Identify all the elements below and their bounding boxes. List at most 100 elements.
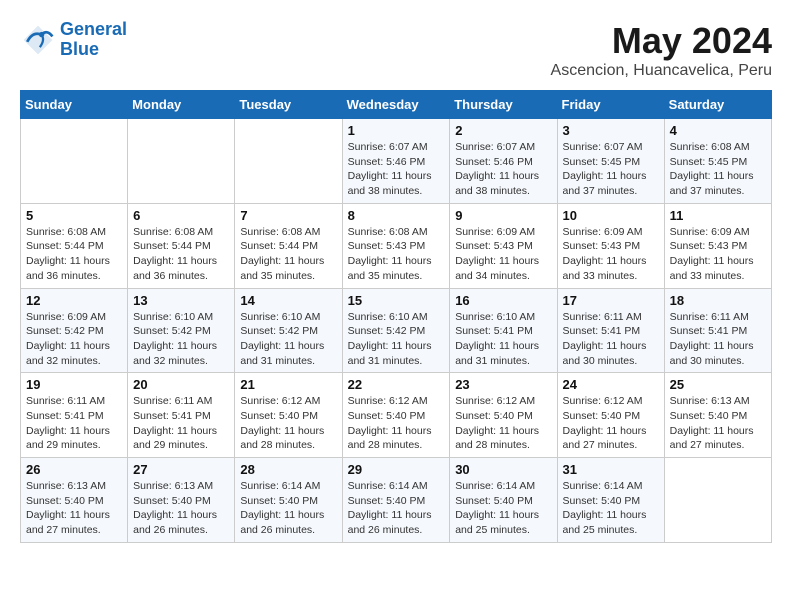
day-number: 9	[455, 208, 551, 223]
calendar-cell: 17Sunrise: 6:11 AMSunset: 5:41 PMDayligh…	[557, 288, 664, 373]
day-number: 15	[348, 293, 445, 308]
day-number: 17	[563, 293, 659, 308]
week-row-3: 12 Sunrise: 6:09 AMSunset: 5:42 PMDayligh…	[21, 288, 772, 373]
calendar-cell: 8 Sunrise: 6:08 AMSunset: 5:43 PMDaylight…	[342, 203, 450, 288]
day-info: Sunrise: 6:08 AMSunset: 5:44 PMDaylight:…	[26, 225, 122, 284]
week-row-5: 26 Sunrise: 6:13 AMSunset: 5:40 PMDayligh…	[21, 458, 772, 543]
day-info: Sunrise: 6:14 AMSunset: 5:40 PMDaylight:…	[348, 479, 445, 538]
column-header-friday: Friday	[557, 91, 664, 119]
title-block: May 2024 Ascencion, Huancavelica, Peru	[551, 20, 772, 80]
day-number: 2	[455, 123, 551, 138]
column-header-tuesday: Tuesday	[235, 91, 342, 119]
logo-line2: Blue	[60, 39, 99, 59]
day-number: 23	[455, 377, 551, 392]
day-number: 28	[240, 462, 336, 477]
calendar-cell: 21Sunrise: 6:12 AMSunset: 5:40 PMDayligh…	[235, 373, 342, 458]
day-info: Sunrise: 6:11 AMSunset: 5:41 PMDaylight:…	[133, 394, 229, 453]
day-info: Sunrise: 6:10 AMSunset: 5:41 PMDaylight:…	[455, 310, 551, 369]
logo-text: General Blue	[60, 20, 127, 60]
day-number: 14	[240, 293, 336, 308]
day-number: 12	[26, 293, 122, 308]
calendar-cell: 29 Sunrise: 6:14 AMSunset: 5:40 PMDayligh…	[342, 458, 450, 543]
column-header-saturday: Saturday	[664, 91, 771, 119]
calendar-cell: 16Sunrise: 6:10 AMSunset: 5:41 PMDayligh…	[450, 288, 557, 373]
day-number: 10	[563, 208, 659, 223]
calendar-cell: 11 Sunrise: 6:09 AMSunset: 5:43 PMDayligh…	[664, 203, 771, 288]
day-info: Sunrise: 6:12 AMSunset: 5:40 PMDaylight:…	[563, 394, 659, 453]
column-header-wednesday: Wednesday	[342, 91, 450, 119]
day-info: Sunrise: 6:14 AMSunset: 5:40 PMDaylight:…	[563, 479, 659, 538]
day-number: 26	[26, 462, 122, 477]
day-number: 1	[348, 123, 445, 138]
day-info: Sunrise: 6:13 AMSunset: 5:40 PMDaylight:…	[133, 479, 229, 538]
day-info: Sunrise: 6:11 AMSunset: 5:41 PMDaylight:…	[26, 394, 122, 453]
calendar-cell	[128, 119, 235, 204]
calendar-cell: 3Sunrise: 6:07 AMSunset: 5:45 PMDaylight…	[557, 119, 664, 204]
day-info: Sunrise: 6:09 AMSunset: 5:43 PMDaylight:…	[670, 225, 766, 284]
month-title: May 2024	[551, 20, 772, 62]
day-number: 13	[133, 293, 229, 308]
day-number: 19	[26, 377, 122, 392]
calendar-cell	[21, 119, 128, 204]
day-number: 4	[670, 123, 766, 138]
calendar-cell: 10 Sunrise: 6:09 AMSunset: 5:43 PMDayligh…	[557, 203, 664, 288]
calendar-cell: 20 Sunrise: 6:11 AMSunset: 5:41 PMDayligh…	[128, 373, 235, 458]
calendar-cell: 31Sunrise: 6:14 AMSunset: 5:40 PMDayligh…	[557, 458, 664, 543]
calendar-header-row: SundayMondayTuesdayWednesdayThursdayFrid…	[21, 91, 772, 119]
week-row-2: 5Sunrise: 6:08 AMSunset: 5:44 PMDaylight…	[21, 203, 772, 288]
day-number: 24	[563, 377, 659, 392]
day-number: 6	[133, 208, 229, 223]
calendar-cell: 7 Sunrise: 6:08 AMSunset: 5:44 PMDaylight…	[235, 203, 342, 288]
calendar-cell: 2 Sunrise: 6:07 AMSunset: 5:46 PMDaylight…	[450, 119, 557, 204]
calendar-cell: 30Sunrise: 6:14 AMSunset: 5:40 PMDayligh…	[450, 458, 557, 543]
calendar-cell: 4 Sunrise: 6:08 AMSunset: 5:45 PMDaylight…	[664, 119, 771, 204]
day-info: Sunrise: 6:07 AMSunset: 5:46 PMDaylight:…	[455, 140, 551, 199]
day-info: Sunrise: 6:11 AMSunset: 5:41 PMDaylight:…	[670, 310, 766, 369]
calendar-cell: 12 Sunrise: 6:09 AMSunset: 5:42 PMDayligh…	[21, 288, 128, 373]
day-info: Sunrise: 6:08 AMSunset: 5:44 PMDaylight:…	[240, 225, 336, 284]
day-info: Sunrise: 6:12 AMSunset: 5:40 PMDaylight:…	[455, 394, 551, 453]
day-info: Sunrise: 6:10 AMSunset: 5:42 PMDaylight:…	[133, 310, 229, 369]
week-row-1: 1 Sunrise: 6:07 AMSunset: 5:46 PMDaylight…	[21, 119, 772, 204]
day-info: Sunrise: 6:13 AMSunset: 5:40 PMDaylight:…	[670, 394, 766, 453]
calendar-cell: 5Sunrise: 6:08 AMSunset: 5:44 PMDaylight…	[21, 203, 128, 288]
day-info: Sunrise: 6:12 AMSunset: 5:40 PMDaylight:…	[348, 394, 445, 453]
day-number: 25	[670, 377, 766, 392]
day-number: 7	[240, 208, 336, 223]
logo-line1: General	[60, 19, 127, 39]
day-number: 20	[133, 377, 229, 392]
calendar-cell: 6 Sunrise: 6:08 AMSunset: 5:44 PMDaylight…	[128, 203, 235, 288]
calendar-cell: 28 Sunrise: 6:14 AMSunset: 5:40 PMDayligh…	[235, 458, 342, 543]
calendar-cell	[664, 458, 771, 543]
calendar-cell: 9 Sunrise: 6:09 AMSunset: 5:43 PMDaylight…	[450, 203, 557, 288]
day-number: 3	[563, 123, 659, 138]
day-number: 8	[348, 208, 445, 223]
day-info: Sunrise: 6:09 AMSunset: 5:43 PMDaylight:…	[455, 225, 551, 284]
calendar-body: 1 Sunrise: 6:07 AMSunset: 5:46 PMDaylight…	[21, 119, 772, 543]
day-info: Sunrise: 6:10 AMSunset: 5:42 PMDaylight:…	[348, 310, 445, 369]
column-header-thursday: Thursday	[450, 91, 557, 119]
column-header-sunday: Sunday	[21, 91, 128, 119]
day-number: 11	[670, 208, 766, 223]
calendar-cell: 18Sunrise: 6:11 AMSunset: 5:41 PMDayligh…	[664, 288, 771, 373]
day-info: Sunrise: 6:10 AMSunset: 5:42 PMDaylight:…	[240, 310, 336, 369]
day-info: Sunrise: 6:08 AMSunset: 5:43 PMDaylight:…	[348, 225, 445, 284]
calendar-cell: 26Sunrise: 6:13 AMSunset: 5:40 PMDayligh…	[21, 458, 128, 543]
calendar-cell: 27 Sunrise: 6:13 AMSunset: 5:40 PMDayligh…	[128, 458, 235, 543]
page-header: General Blue May 2024 Ascencion, Huancav…	[20, 20, 772, 80]
logo: General Blue	[20, 20, 127, 60]
calendar-cell: 14 Sunrise: 6:10 AMSunset: 5:42 PMDayligh…	[235, 288, 342, 373]
calendar-cell: 19 Sunrise: 6:11 AMSunset: 5:41 PMDayligh…	[21, 373, 128, 458]
day-info: Sunrise: 6:09 AMSunset: 5:42 PMDaylight:…	[26, 310, 122, 369]
day-number: 27	[133, 462, 229, 477]
calendar-table: SundayMondayTuesdayWednesdayThursdayFrid…	[20, 90, 772, 543]
calendar-cell: 22 Sunrise: 6:12 AMSunset: 5:40 PMDayligh…	[342, 373, 450, 458]
day-info: Sunrise: 6:14 AMSunset: 5:40 PMDaylight:…	[240, 479, 336, 538]
day-number: 22	[348, 377, 445, 392]
day-info: Sunrise: 6:08 AMSunset: 5:45 PMDaylight:…	[670, 140, 766, 199]
day-info: Sunrise: 6:12 AMSunset: 5:40 PMDaylight:…	[240, 394, 336, 453]
day-info: Sunrise: 6:09 AMSunset: 5:43 PMDaylight:…	[563, 225, 659, 284]
day-info: Sunrise: 6:08 AMSunset: 5:44 PMDaylight:…	[133, 225, 229, 284]
day-number: 29	[348, 462, 445, 477]
calendar-cell: 23 Sunrise: 6:12 AMSunset: 5:40 PMDayligh…	[450, 373, 557, 458]
